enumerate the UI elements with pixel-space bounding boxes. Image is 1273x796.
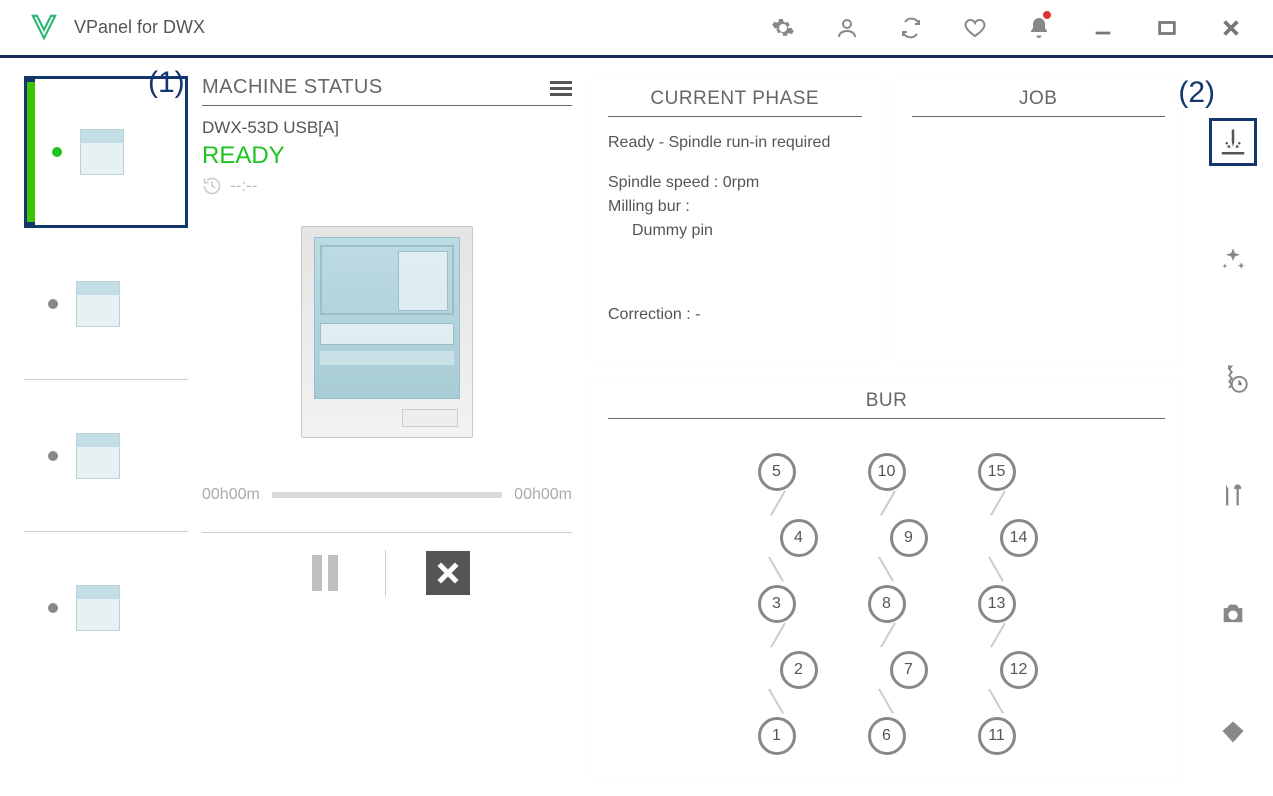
annotation-1: (1) [148,66,185,100]
tools-icon [1219,482,1247,510]
diamond-tool-button[interactable] [1209,708,1257,756]
machine-thumb [76,281,120,327]
sparkle-icon [1219,246,1247,274]
job-heading: JOB [1019,88,1057,110]
status-dot [52,147,62,157]
minimize-icon [1092,17,1114,39]
screw-schedule-button[interactable] [1209,354,1257,402]
bur-slot-9[interactable]: 9 [890,519,928,557]
milling-icon [1218,127,1248,157]
bur-slot-5[interactable]: 5 [758,453,796,491]
machine-card-2[interactable] [24,228,188,380]
close-icon [1220,17,1242,39]
bur-label: Milling bur : [608,195,862,219]
settings-button[interactable] [751,0,815,57]
notification-dot [1043,11,1051,19]
history-clock-icon [202,176,222,196]
bur-slot-2[interactable]: 2 [780,651,818,689]
favorite-button[interactable] [943,0,1007,57]
bur-slot-3[interactable]: 3 [758,585,796,623]
machine-thumb [76,585,120,631]
diamond-icon [1219,718,1247,746]
maximize-button[interactable] [1135,0,1199,57]
job-panel: JOB [894,76,1184,364]
bur-slot-6[interactable]: 6 [868,717,906,755]
progress-end: 00h00m [514,486,572,504]
machine-card-3[interactable] [24,380,188,532]
bur-slot-14[interactable]: 14 [1000,519,1038,557]
heart-icon [963,16,987,40]
bur-panel: BUR 5 4 3 2 1 10 9 8 7 6 15 14 13 12 11 [590,378,1183,778]
notifications-button[interactable] [1007,0,1071,57]
machine-list [24,76,188,778]
divider [385,550,386,596]
screw-clock-icon [1218,363,1248,393]
progress-start: 00h00m [202,486,260,504]
correction-value: - [695,306,700,323]
bur-slot-4[interactable]: 4 [780,519,818,557]
status-dot [48,299,58,309]
bur-slot-13[interactable]: 13 [978,585,1016,623]
bur-slot-12[interactable]: 12 [1000,651,1038,689]
refresh-icon [899,16,923,40]
side-toolbar: (2) [1193,76,1273,778]
panel-menu-button[interactable] [550,81,572,99]
correction-label: Correction : [608,306,695,323]
title-bar: VPanel for DWX [0,0,1273,58]
gear-icon [771,16,795,40]
minimize-button[interactable] [1071,0,1135,57]
maintenance-tool-button[interactable] [1209,472,1257,520]
machine-state: READY [202,142,572,170]
bur-slot-15[interactable]: 15 [978,453,1016,491]
current-phase-heading: CURRENT PHASE [650,88,819,110]
app-logo [30,13,60,43]
camera-icon [1219,600,1247,628]
status-dot [48,451,58,461]
bell-icon [1027,16,1051,40]
user-icon [835,16,859,40]
camera-tool-button[interactable] [1209,590,1257,638]
current-phase-panel: CURRENT PHASE Ready - Spindle run-in req… [590,76,880,364]
refresh-button[interactable] [879,0,943,57]
spindle-label: Spindle speed : [608,174,723,191]
bur-slot-11[interactable]: 11 [978,717,1016,755]
progress-track[interactable] [272,492,502,498]
machine-status-heading: MACHINE STATUS [202,76,383,99]
phase-status-line: Ready - Spindle run-in required [608,131,862,155]
bur-slot-1[interactable]: 1 [758,717,796,755]
stop-button[interactable] [426,551,470,595]
time-placeholder: --:-- [230,176,257,196]
machine-thumb [80,129,124,175]
machine-name: DWX-53D USB[A] [202,118,572,138]
bur-value: Dummy pin [608,219,862,243]
menu-icon [550,81,572,99]
user-button[interactable] [815,0,879,57]
bur-slot-8[interactable]: 8 [868,585,906,623]
machine-image [301,226,473,438]
annotation-2: (2) [1178,76,1215,110]
cleanup-tool-button[interactable] [1209,236,1257,284]
machine-card-4[interactable] [24,532,188,684]
bur-slot-10[interactable]: 10 [868,453,906,491]
maximize-icon [1156,17,1178,39]
spindle-value: 0rpm [723,174,759,191]
app-title: VPanel for DWX [74,17,205,38]
close-button[interactable] [1199,0,1263,57]
x-icon [433,558,463,588]
milling-tool-button[interactable] [1209,118,1257,166]
machine-thumb [76,433,120,479]
status-dot [48,603,58,613]
machine-status-panel: (1) MACHINE STATUS DWX-53D USB[A] READY … [188,76,582,778]
bur-heading: BUR [866,390,908,412]
progress-row: 00h00m 00h00m [202,486,572,504]
pause-button[interactable] [305,553,345,593]
bur-slot-7[interactable]: 7 [890,651,928,689]
